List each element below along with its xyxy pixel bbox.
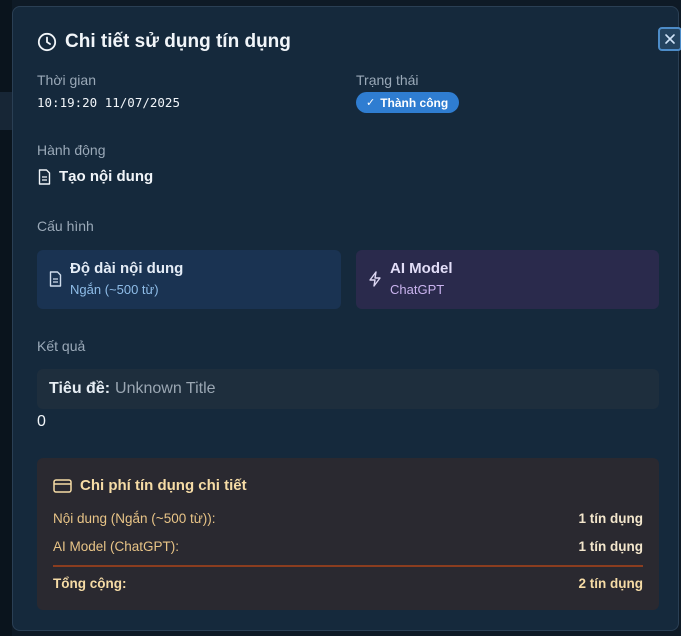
document-icon (38, 168, 51, 185)
cost-total-amount: 2 tín dụng (578, 576, 644, 591)
backdrop-left-highlight (0, 92, 12, 130)
config-card-content-length: Độ dài nội dung Ngắn (~500 từ) (37, 250, 341, 309)
modal-header: Chi tiết sử dụng tín dụng (37, 31, 291, 53)
ai-model-value: ChatGPT (390, 282, 445, 297)
content-length-title: Độ dài nội dung (70, 260, 184, 277)
result-title-box: Tiêu đề: Unknown Title (37, 369, 659, 409)
credit-cost-box: Chi phí tín dụng chi tiết Nội dung (Ngắn… (37, 458, 659, 610)
cost-total-row: Tổng cộng: 2 tín dụng (53, 576, 643, 591)
credit-usage-modal: Chi tiết sử dụng tín dụng Thời gian 10:1… (12, 6, 681, 631)
time-value: 10:19:20 11/07/2025 (37, 95, 180, 110)
time-label: Thời gian (37, 72, 96, 88)
action-value: Tạo nội dung (59, 168, 154, 185)
modal-title: Chi tiết sử dụng tín dụng (65, 31, 291, 52)
result-label: Kết quả (37, 338, 86, 354)
config-label: Cấu hình (37, 218, 94, 234)
status-badge: ✓ Thành công (356, 92, 460, 113)
close-icon (665, 34, 675, 44)
status-label: Trạng thái (356, 72, 419, 88)
config-card-ai-model: AI Model ChatGPT (356, 250, 659, 309)
cost-row: AI Model (ChatGPT): 1 tín dụng (53, 539, 643, 554)
result-title-value: Unknown Title (115, 380, 216, 397)
cost-row: Nội dung (Ngắn (~500 từ)): 1 tín dụng (53, 511, 643, 526)
cost-row-label: Nội dung (Ngắn (~500 từ)): (53, 511, 216, 526)
document-icon (49, 271, 62, 287)
action-row: Tạo nội dung (38, 168, 153, 185)
status-badge-text: Thành công (380, 95, 449, 110)
cost-row-label: AI Model (ChatGPT): (53, 539, 180, 554)
check-icon: ✓ (366, 97, 376, 109)
cost-total-label: Tổng cộng: (53, 576, 127, 591)
credit-cost-title: Chi phí tín dụng chi tiết (80, 477, 247, 494)
credit-cost-header: Chi phí tín dụng chi tiết (53, 477, 247, 494)
close-button[interactable] (658, 27, 681, 51)
ai-model-title: AI Model (390, 260, 453, 277)
clock-icon (37, 32, 57, 52)
cost-divider (53, 565, 643, 567)
action-label: Hành động (37, 142, 106, 158)
credit-card-icon (53, 478, 72, 493)
cost-row-amount: 1 tín dụng (578, 539, 644, 554)
result-title-key: Tiêu đề: (49, 380, 111, 397)
cost-row-amount: 1 tín dụng (578, 511, 644, 526)
result-count: 0 (37, 413, 46, 430)
lightning-icon (369, 271, 381, 287)
content-length-value: Ngắn (~500 từ) (70, 282, 159, 297)
